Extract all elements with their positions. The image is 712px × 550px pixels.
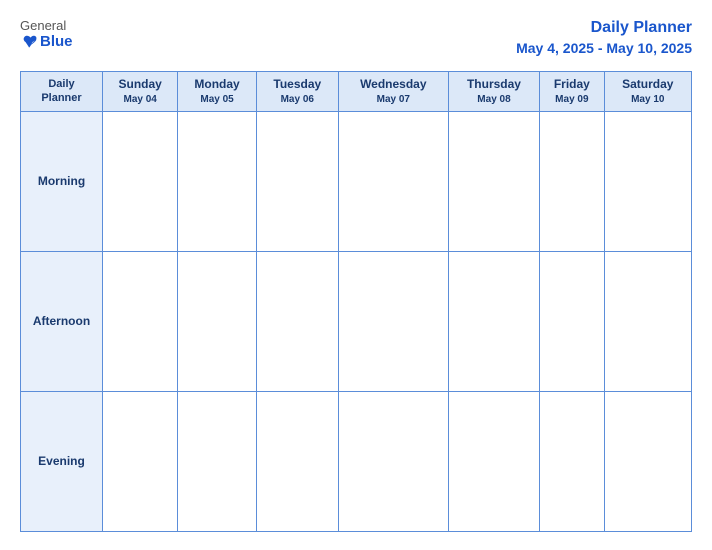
col-header-thursday: Thursday May 08 [448, 71, 539, 111]
cell-evening-saturday[interactable] [604, 391, 691, 531]
col-date-thursday: May 08 [452, 93, 536, 106]
cell-afternoon-monday[interactable] [178, 251, 256, 391]
page: General Blue Daily Planner May 4, 2025 -… [0, 0, 712, 550]
col-date-monday: May 05 [181, 93, 252, 106]
col-header-saturday: Saturday May 10 [604, 71, 691, 111]
cell-morning-tuesday[interactable] [256, 111, 338, 251]
col-header-tuesday: Tuesday May 06 [256, 71, 338, 111]
cell-evening-sunday[interactable] [103, 391, 178, 531]
logo-bird-icon [20, 35, 38, 49]
cell-evening-thursday[interactable] [448, 391, 539, 531]
col-label-planner: Daily [24, 77, 99, 91]
cell-afternoon-tuesday[interactable] [256, 251, 338, 391]
col-label-sunday: Sunday [106, 77, 174, 93]
time-label-evening: Evening [21, 391, 103, 531]
col-header-wednesday: Wednesday May 07 [338, 71, 448, 111]
col-header-planner: Daily Planner [21, 71, 103, 111]
cell-afternoon-wednesday[interactable] [338, 251, 448, 391]
cell-morning-thursday[interactable] [448, 111, 539, 251]
planner-title: Daily Planner [516, 18, 692, 39]
planner-date-range: May 4, 2025 - May 10, 2025 [516, 39, 692, 57]
row-afternoon: Afternoon [21, 251, 692, 391]
cell-evening-wednesday[interactable] [338, 391, 448, 531]
cell-afternoon-thursday[interactable] [448, 251, 539, 391]
logo-blue-text: Blue [20, 34, 73, 51]
cell-morning-wednesday[interactable] [338, 111, 448, 251]
col-label-friday: Friday [543, 77, 600, 93]
col-label-tuesday: Tuesday [260, 77, 335, 93]
col-label-saturday: Saturday [608, 77, 688, 93]
cell-afternoon-sunday[interactable] [103, 251, 178, 391]
col-header-sunday: Sunday May 04 [103, 71, 178, 111]
col-label-thursday: Thursday [452, 77, 536, 93]
col-date-friday: May 09 [543, 93, 600, 106]
row-morning: Morning [21, 111, 692, 251]
cell-evening-friday[interactable] [540, 391, 604, 531]
row-evening: Evening [21, 391, 692, 531]
cell-morning-friday[interactable] [540, 111, 604, 251]
time-label-morning: Morning [21, 111, 103, 251]
calendar-header-row: Daily Planner Sunday May 04 Monday May 0… [21, 71, 692, 111]
col-header-friday: Friday May 09 [540, 71, 604, 111]
cell-afternoon-friday[interactable] [540, 251, 604, 391]
calendar-table: Daily Planner Sunday May 04 Monday May 0… [20, 71, 692, 532]
cell-morning-saturday[interactable] [604, 111, 691, 251]
cell-morning-monday[interactable] [178, 111, 256, 251]
header: General Blue Daily Planner May 4, 2025 -… [20, 18, 692, 57]
cell-evening-tuesday[interactable] [256, 391, 338, 531]
cell-evening-monday[interactable] [178, 391, 256, 531]
col-label-monday: Monday [181, 77, 252, 93]
cell-morning-sunday[interactable] [103, 111, 178, 251]
col-header-monday: Monday May 05 [178, 71, 256, 111]
col-date-sunday: May 04 [106, 93, 174, 106]
title-area: Daily Planner May 4, 2025 - May 10, 2025 [516, 18, 692, 57]
col-date-wednesday: May 07 [342, 93, 445, 106]
col-label-planner2: Planner [24, 91, 99, 105]
time-label-afternoon: Afternoon [21, 251, 103, 391]
logo-general-text: General [20, 18, 66, 34]
col-date-tuesday: May 06 [260, 93, 335, 106]
cell-afternoon-saturday[interactable] [604, 251, 691, 391]
logo-area: General Blue [20, 18, 73, 50]
col-date-saturday: May 10 [608, 93, 688, 106]
col-label-wednesday: Wednesday [342, 77, 445, 93]
